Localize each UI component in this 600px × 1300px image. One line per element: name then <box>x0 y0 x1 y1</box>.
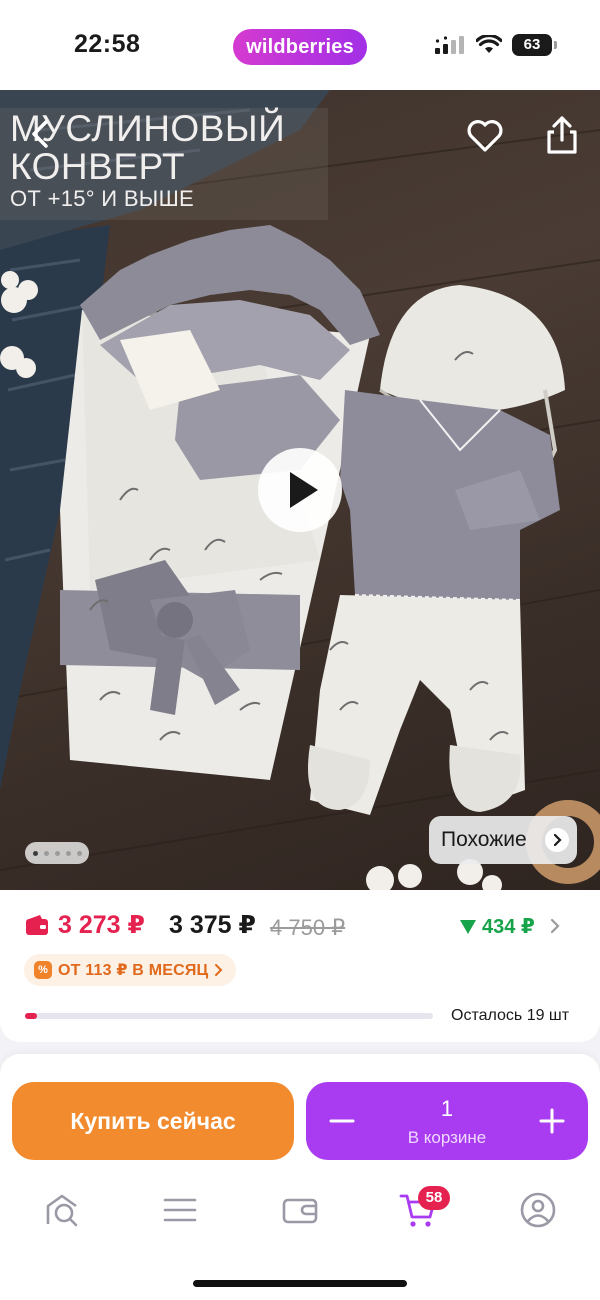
back-arrow-icon[interactable] <box>22 116 58 152</box>
gallery-dot <box>54 850 60 856</box>
heart-icon[interactable] <box>465 116 505 156</box>
wifi-icon <box>476 35 502 53</box>
product-page: 22:58 wildberries 63 МУСЛИНОВЫЙ КОНВЕРТ … <box>0 0 600 1300</box>
plus-icon[interactable] <box>538 1107 566 1135</box>
chevron-right-icon <box>215 964 223 976</box>
gallery-dot <box>76 850 82 856</box>
gallery-dot <box>43 850 49 856</box>
home-indicator <box>193 1280 407 1287</box>
wallet-icon <box>26 915 48 935</box>
similar-label: Похожие <box>441 828 527 851</box>
gallery-pagination <box>25 842 89 864</box>
battery-icon: 63 <box>512 34 557 56</box>
cashback-amount: 434 ₽ <box>482 916 535 938</box>
similar-products-button[interactable]: Похожие <box>429 816 577 864</box>
old-price: 4 750 ₽ <box>270 915 346 940</box>
play-video-button[interactable] <box>258 448 342 532</box>
chevron-right-icon <box>545 828 569 852</box>
status-bar: 22:58 wildberries 63 <box>0 0 600 90</box>
down-triangle-icon <box>460 919 476 934</box>
tab-bar <box>0 1184 600 1244</box>
tab-catalog-icon[interactable] <box>160 1190 200 1230</box>
installment-icon: % <box>34 961 52 979</box>
share-icon[interactable] <box>542 114 582 156</box>
wallet-price: 3 273 ₽ <box>58 911 145 939</box>
bottom-panel: Купить сейчас 1 В корзине <box>0 1054 600 1300</box>
signal-icon <box>435 36 464 54</box>
product-image[interactable]: МУСЛИНОВЫЙ КОНВЕРТ ОТ +15° И ВЫШЕ Похожи… <box>0 90 600 890</box>
play-icon <box>290 472 318 508</box>
installment-text: ОТ 113 ₽ В МЕСЯЦ <box>58 962 209 979</box>
current-price: 3 375 ₽ <box>169 911 256 939</box>
cart-count-badge: 58 <box>418 1186 450 1210</box>
tab-home-icon[interactable] <box>42 1190 82 1230</box>
status-time: 22:58 <box>74 30 141 58</box>
image-title-line2: КОНВЕРТ <box>10 146 186 187</box>
status-icons: 63 <box>434 33 557 57</box>
tab-profile-icon[interactable] <box>518 1190 558 1230</box>
stock-progress-bar <box>25 1013 433 1019</box>
price-card: 3 273 ₽ 3 375 ₽ 4 750 ₽ 434 ₽ % ОТ 113 ₽… <box>0 890 600 1042</box>
cart-quantity-stepper: 1 В корзине <box>306 1082 588 1160</box>
stock-remaining: Осталось 19 шт <box>451 1007 570 1024</box>
image-subtitle: ОТ +15° И ВЫШЕ <box>10 186 195 211</box>
installment-badge[interactable]: % ОТ 113 ₽ В МЕСЯЦ <box>24 954 237 986</box>
chevron-right-icon[interactable] <box>548 917 562 935</box>
tab-wallet-icon[interactable] <box>280 1190 320 1230</box>
buy-now-button[interactable]: Купить сейчас <box>12 1082 294 1160</box>
stock-progress-fill <box>25 1013 38 1019</box>
cashback-badge[interactable]: 434 ₽ <box>460 914 535 939</box>
gallery-dot <box>32 850 38 856</box>
brand-logo: wildberries <box>233 29 367 65</box>
gallery-dot <box>65 850 71 856</box>
